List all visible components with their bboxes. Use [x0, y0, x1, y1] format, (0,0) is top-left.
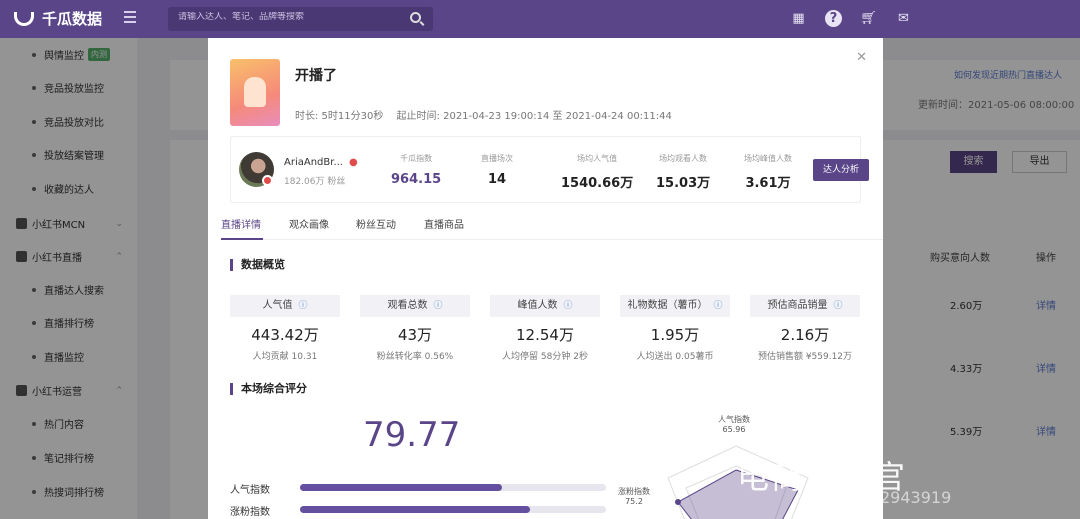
stat-avg-viewers: 场均观看人数 15.03万 — [656, 154, 711, 191]
app-logo[interactable]: 千瓜数据 — [14, 8, 102, 29]
live-time-range: 起止时间: 2021-04-23 19:00:14 至 2021-04-24 0… — [396, 111, 672, 122]
kpi-sales: 预估商品销量 ⓘ 2.16万 预估销售额 ¥559.12万 — [750, 295, 860, 362]
watermark-sub: 2943919 — [880, 488, 952, 507]
logo-icon — [14, 11, 34, 26]
modal-tabs: 直播详情 观众画像 粉丝互动 直播商品 — [221, 214, 883, 240]
redbook-icon: ● — [349, 157, 358, 168]
tab-live-detail[interactable]: 直播详情 — [221, 216, 261, 231]
kpi-total-views: 观看总数 ⓘ 43万 粉丝转化率 0.56% — [360, 295, 470, 362]
radar-label-fans: 涨粉指数 75.2 — [618, 487, 650, 506]
stat-qiangua-index: 千瓜指数 964.15 — [391, 154, 442, 187]
search-icon[interactable] — [410, 12, 421, 23]
close-icon[interactable]: ✕ — [856, 50, 867, 65]
account-fans: 182.06万 粉丝 — [284, 177, 346, 187]
score-title: 本场综合评分 — [230, 383, 307, 395]
kpi-peak-viewers: 峰值人数 ⓘ 12.54万 人均停留 58分钟 2秒 — [490, 295, 600, 362]
info-icon: ⓘ — [433, 301, 443, 311]
score-bar-popularity: 人气指数 — [230, 481, 606, 496]
kpi-popularity: 人气值 ⓘ 443.42万 人均贡献 10.31 — [230, 295, 340, 362]
overall-score: 79.77 — [363, 415, 461, 455]
live-detail-modal: ✕ 开播了 时长: 5时11分30秒 起止时间: 2021-04-23 19:0… — [208, 38, 883, 519]
live-cover-image — [230, 59, 280, 126]
search-input[interactable] — [178, 12, 398, 22]
top-navbar: 千瓜数据 ▦ ? 🛒︎ ✉ — [0, 0, 1080, 38]
live-duration: 时长: 5时11分30秒 — [295, 111, 384, 122]
global-search — [168, 7, 433, 31]
info-icon: ⓘ — [833, 301, 843, 311]
account-analysis-button[interactable]: 达人分析 — [813, 159, 869, 181]
radar-label-popularity: 人气指数 65.96 — [718, 415, 750, 434]
info-icon: ⓘ — [563, 301, 573, 311]
account-card: AriaAndBr... ● 182.06万 粉丝 千瓜指数 964.15 直播场… — [230, 136, 869, 203]
score-bar-fans: 涨粉指数 — [230, 503, 606, 518]
overview-title: 数据概览 — [230, 259, 285, 271]
help-icon[interactable]: ? — [825, 10, 842, 27]
stat-avg-peak: 场均峰值人数 3.61万 — [744, 154, 792, 191]
stat-live-count: 直播场次 14 — [481, 154, 513, 187]
apps-grid-icon[interactable]: ▦ — [790, 10, 807, 27]
stat-avg-popularity: 场均人气值 1540.66万 — [561, 154, 634, 191]
menu-toggle-icon[interactable] — [124, 11, 136, 23]
tab-audience[interactable]: 观众画像 — [289, 216, 329, 231]
account-name[interactable]: AriaAndBr... — [284, 157, 343, 168]
kpi-gifts: 礼物数据（薯币） ⓘ 1.95万 人均送出 0.05薯币 — [620, 295, 730, 362]
tab-live-products[interactable]: 直播商品 — [424, 216, 464, 231]
app-name: 千瓜数据 — [42, 10, 103, 28]
modal-title: 开播了 — [295, 68, 337, 84]
live-meta: 时长: 5时11分30秒 起止时间: 2021-04-23 19:00:14 至… — [295, 107, 672, 122]
tab-fan-interaction[interactable]: 粉丝互动 — [356, 216, 396, 231]
mail-icon[interactable]: ✉ — [895, 10, 912, 27]
tab-active-indicator — [221, 238, 263, 240]
cart-icon[interactable]: 🛒︎ — [860, 10, 877, 27]
info-icon: ⓘ — [298, 301, 308, 311]
info-icon: ⓘ — [713, 301, 723, 311]
verified-icon — [262, 175, 273, 186]
